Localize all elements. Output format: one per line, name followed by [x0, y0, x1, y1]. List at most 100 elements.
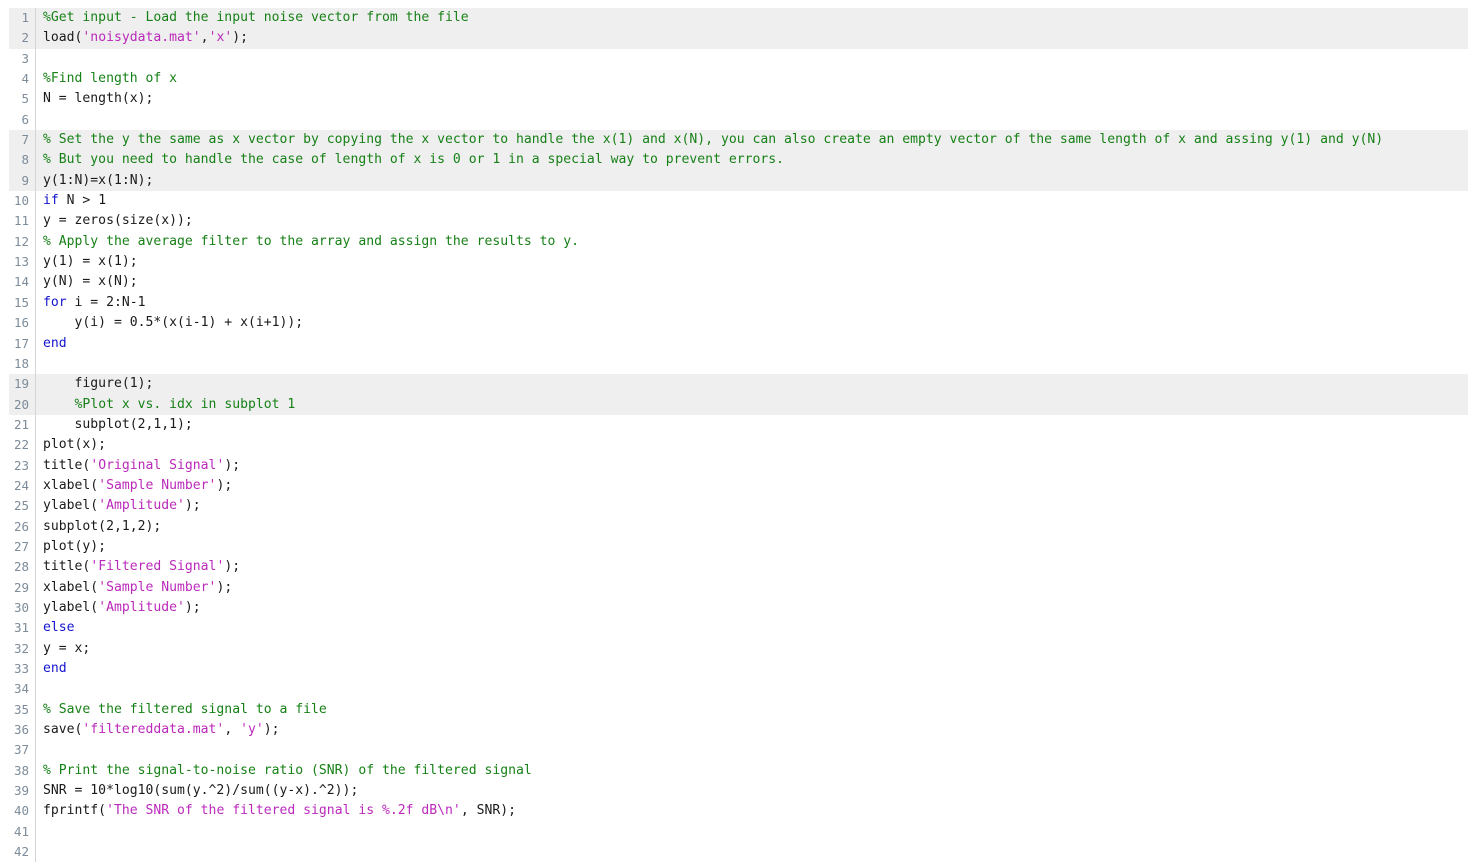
code-text[interactable]: subplot(2,1,1); — [36, 415, 1468, 435]
line-number: 22 — [13, 437, 29, 453]
code-text[interactable]: % Save the filtered signal to a file — [36, 700, 1468, 720]
code-line[interactable]: 19 figure(1); — [9, 374, 1468, 395]
code-text[interactable]: ylabel('Amplitude'); — [36, 496, 1468, 516]
code-line[interactable]: 13 y(1) = x(1); — [9, 252, 1468, 273]
code-text[interactable]: y(i) = 0.5*(x(i-1) + x(i+1)); — [36, 313, 1468, 333]
code-text[interactable]: % Set the y the same as x vector by copy… — [36, 130, 1468, 150]
code-text[interactable]: if N > 1 — [36, 191, 1468, 211]
code-line[interactable]: 1 %Get input - Load the input noise vecto… — [9, 8, 1468, 29]
code-line[interactable]: 9 y(1:N)=x(1:N); — [9, 170, 1468, 192]
code-line[interactable]: 42 — [9, 842, 1468, 863]
token-comment: % Apply the average filter to the array … — [43, 233, 580, 249]
code-line[interactable]: 36 save('filtereddata.mat', 'y'); — [9, 720, 1468, 741]
token-string: 'y' — [240, 722, 264, 738]
code-text[interactable]: % Apply the average filter to the array … — [36, 232, 1468, 252]
code-text[interactable]: xlabel('Sample Number'); — [36, 476, 1468, 496]
code-line[interactable]: 38 % Print the signal-to-noise ratio (SNR… — [9, 760, 1468, 782]
code-line[interactable]: 7 % Set the y the same as x vector by cop… — [9, 130, 1468, 151]
code-line[interactable]: 23 title('Original Signal'); — [9, 455, 1468, 476]
code-surface[interactable]: 1 %Get input - Load the input noise vecto… — [0, 8, 1468, 863]
code-text[interactable]: N = length(x); — [36, 89, 1468, 109]
gutter-divider — [35, 353, 36, 375]
line-number: 15 — [13, 294, 29, 310]
code-line[interactable]: 17 end — [9, 333, 1468, 354]
token-plain: subplot(2,1,1); — [43, 416, 193, 432]
code-text[interactable]: plot(y); — [36, 537, 1468, 557]
code-line[interactable]: 31 else — [9, 618, 1468, 639]
code-text[interactable]: %Plot x vs. idx in subplot 1 — [36, 395, 1468, 415]
code-line[interactable]: 27 plot(y); — [9, 536, 1468, 558]
code-editor[interactable]: 1 %Get input - Load the input noise vecto… — [0, 0, 1468, 868]
code-line[interactable]: 32 y = x; — [9, 638, 1468, 659]
code-line[interactable]: 34 — [9, 679, 1468, 700]
line-number: 10 — [13, 193, 29, 209]
code-line[interactable]: 6 — [9, 109, 1468, 131]
code-line[interactable]: 37 — [9, 740, 1468, 761]
code-line[interactable]: 15 for i = 2:N-1 — [9, 292, 1468, 314]
code-text[interactable]: subplot(2,1,2); — [36, 517, 1468, 537]
code-text[interactable]: %Find length of x — [36, 69, 1468, 89]
code-text[interactable]: fprintf('The SNR of the filtered signal … — [36, 801, 1468, 821]
code-text[interactable]: SNR = 10*log10(sum(y.^2)/sum((y-x).^2)); — [36, 781, 1468, 801]
code-line[interactable]: 39 SNR = 10*log10(sum(y.^2)/sum((y-x).^2)… — [9, 781, 1468, 802]
line-number: 32 — [13, 640, 29, 656]
line-number: 21 — [13, 416, 29, 432]
line-number: 20 — [13, 396, 29, 412]
line-number: 25 — [13, 498, 29, 514]
code-line[interactable]: 4 %Find length of x — [9, 69, 1468, 90]
code-text[interactable]: plot(x); — [36, 435, 1468, 455]
code-line[interactable]: 30 ylabel('Amplitude'); — [9, 597, 1468, 619]
code-line[interactable]: 11 y = zeros(size(x)); — [9, 211, 1468, 232]
code-text[interactable]: % Print the signal-to-noise ratio (SNR) … — [36, 761, 1468, 781]
code-text[interactable]: end — [36, 334, 1468, 354]
token-string: 'Filtered Signal' — [90, 559, 225, 575]
code-line[interactable]: 25 ylabel('Amplitude'); — [9, 496, 1468, 517]
code-line[interactable]: 28 title('Filtered Signal'); — [9, 557, 1468, 578]
token-plain: ylabel( — [43, 599, 99, 615]
code-line[interactable]: 33 end — [9, 659, 1468, 680]
token-plain: y(i) = 0.5*(x(i-1) + x(i+1)); — [43, 315, 304, 331]
code-text[interactable]: y(N) = x(N); — [36, 272, 1468, 292]
code-text[interactable]: % But you need to handle the case of len… — [36, 150, 1468, 170]
code-line[interactable]: 3 — [9, 48, 1468, 70]
code-text[interactable]: y(1:N)=x(1:N); — [36, 171, 1468, 191]
gutter-divider — [35, 48, 36, 70]
code-text[interactable]: figure(1); — [36, 374, 1468, 394]
code-text[interactable]: y(1) = x(1); — [36, 252, 1468, 272]
code-line[interactable]: 10 if N > 1 — [9, 191, 1468, 212]
code-text[interactable]: xlabel('Sample Number'); — [36, 578, 1468, 598]
code-text[interactable]: for i = 2:N-1 — [36, 293, 1468, 313]
code-text[interactable]: title('Original Signal'); — [36, 456, 1468, 476]
code-text[interactable]: y = x; — [36, 639, 1468, 659]
code-line[interactable]: 22 plot(x); — [9, 435, 1468, 456]
code-line[interactable]: 8 % But you need to handle the case of le… — [9, 150, 1468, 171]
code-line[interactable]: 26 subplot(2,1,2); — [9, 516, 1468, 537]
code-line[interactable]: 5 N = length(x); — [9, 89, 1468, 110]
code-text[interactable]: y = zeros(size(x)); — [36, 211, 1468, 231]
code-text[interactable]: ylabel('Amplitude'); — [36, 598, 1468, 618]
code-line[interactable]: 16 y(i) = 0.5*(x(i-1) + x(i+1)); — [9, 313, 1468, 334]
code-line[interactable]: 24 xlabel('Sample Number'); — [9, 475, 1468, 497]
code-line[interactable]: 35 % Save the filtered signal to a file — [9, 699, 1468, 721]
code-line[interactable]: 14 y(N) = x(N); — [9, 272, 1468, 293]
code-text[interactable]: load('noisydata.mat','x'); — [36, 28, 1468, 48]
code-line[interactable]: 20 %Plot x vs. idx in subplot 1 — [9, 394, 1468, 415]
code-line[interactable]: 18 — [9, 353, 1468, 375]
code-line-list[interactable]: 1 %Get input - Load the input noise vecto… — [9, 8, 1468, 863]
code-line[interactable]: 12 % Apply the average filter to the arra… — [9, 231, 1468, 253]
line-number: 37 — [13, 742, 29, 758]
code-text[interactable]: save('filtereddata.mat', 'y'); — [36, 720, 1468, 740]
code-text[interactable]: else — [36, 618, 1468, 638]
token-plain: ); — [224, 559, 241, 575]
code-line[interactable]: 41 — [9, 821, 1468, 843]
code-text[interactable]: end — [36, 659, 1468, 679]
code-text[interactable]: title('Filtered Signal'); — [36, 557, 1468, 577]
code-text[interactable]: %Get input - Load the input noise vector… — [36, 8, 1468, 28]
code-line[interactable]: 29 xlabel('Sample Number'); — [9, 577, 1468, 598]
token-plain: , — [224, 722, 241, 738]
code-line[interactable]: 2 load('noisydata.mat','x'); — [9, 28, 1468, 49]
code-line[interactable]: 21 subplot(2,1,1); — [9, 414, 1468, 436]
line-number: 12 — [13, 233, 29, 249]
code-line[interactable]: 40 fprintf('The SNR of the filtered signa… — [9, 801, 1468, 822]
line-number: 18 — [13, 355, 29, 371]
